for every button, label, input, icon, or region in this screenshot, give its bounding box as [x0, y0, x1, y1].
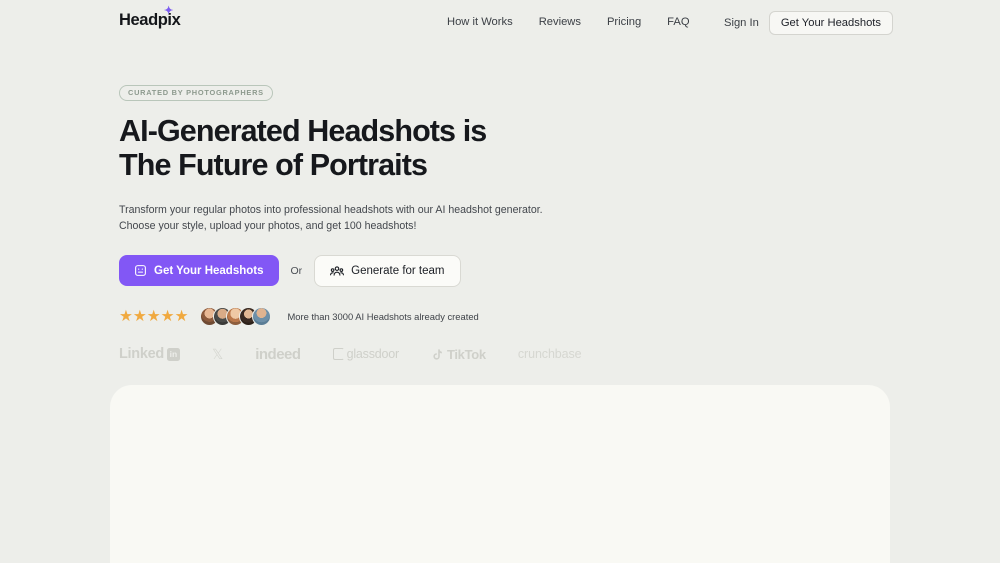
or-separator: Or: [291, 265, 303, 277]
main-navigation: How it Works Reviews Pricing FAQ: [447, 14, 690, 30]
crunchbase-logo-text: crunchbase: [518, 347, 582, 361]
smiley-square-icon: [134, 264, 147, 277]
nav-item-pricing[interactable]: Pricing: [607, 14, 641, 30]
indeed-logo: indeed: [255, 346, 300, 363]
nav-item-reviews[interactable]: Reviews: [539, 14, 581, 30]
headline-line-2: The Future of Portraits: [119, 148, 739, 182]
partner-logo-strip: Linked in 𝕏 indeed glassdoor TikTok: [119, 346, 739, 363]
site-header: Headpix ✦ How it Works Reviews Pricing F…: [0, 0, 1000, 42]
page-title: AI-Generated Headshots is The Future of …: [119, 114, 739, 182]
hero-section: CURATED BY PHOTOGRAPHERS AI-Generated He…: [119, 82, 739, 363]
linkedin-logo-text: Linked: [119, 346, 164, 362]
generate-for-team-label: Generate for team: [351, 265, 444, 277]
showcase-panel: [110, 385, 890, 563]
glassdoor-logo-text: glassdoor: [347, 347, 399, 361]
get-your-headshots-label: Get Your Headshots: [154, 265, 264, 277]
headline-line-1: AI-Generated Headshots is: [119, 114, 739, 148]
indeed-logo-text: indeed: [255, 346, 300, 363]
x-logo: 𝕏: [212, 346, 223, 363]
get-your-headshots-button[interactable]: Get Your Headshots: [119, 255, 279, 286]
star-rating: ★★★★★: [119, 309, 188, 324]
nav-item-how-it-works[interactable]: How it Works: [447, 14, 513, 30]
avatar: [252, 307, 271, 326]
curated-badge: CURATED BY PHOTOGRAPHERS: [119, 85, 273, 101]
avatar-group: [200, 307, 271, 326]
sparkle-icon: ✦: [164, 6, 173, 17]
sign-in-link[interactable]: Sign In: [724, 17, 759, 29]
generate-for-team-button[interactable]: Generate for team: [314, 255, 460, 287]
header-actions: Sign In Get Your Headshots: [724, 11, 1000, 35]
linkedin-icon: in: [167, 348, 180, 361]
tiktok-logo-text: TikTok: [447, 347, 486, 362]
team-group-icon: [330, 264, 344, 278]
brand-logo[interactable]: Headpix ✦: [119, 10, 180, 30]
glassdoor-logo: glassdoor: [333, 347, 399, 361]
linkedin-logo: Linked in: [119, 346, 180, 362]
subtext-line-1: Transform your regular photos into profe…: [119, 202, 739, 219]
glassdoor-icon: [333, 348, 344, 360]
header-get-headshots-button[interactable]: Get Your Headshots: [769, 11, 893, 35]
landing-page: Headpix ✦ How it Works Reviews Pricing F…: [0, 0, 1000, 563]
tiktok-icon: [431, 348, 444, 361]
x-icon: 𝕏: [212, 346, 223, 363]
hero-cta-row: Get Your Headshots Or Generate for team: [119, 255, 739, 287]
hero-subtext: Transform your regular photos into profe…: [119, 202, 739, 235]
tiktok-logo: TikTok: [431, 347, 486, 362]
crunchbase-logo: crunchbase: [518, 347, 582, 361]
social-proof: ★★★★★ More than 3000 AI Headshots alread…: [119, 307, 739, 326]
nav-item-faq[interactable]: FAQ: [667, 14, 689, 30]
social-proof-text: More than 3000 AI Headshots already crea…: [287, 311, 478, 322]
subtext-line-2: Choose your style, upload your photos, a…: [119, 218, 739, 235]
